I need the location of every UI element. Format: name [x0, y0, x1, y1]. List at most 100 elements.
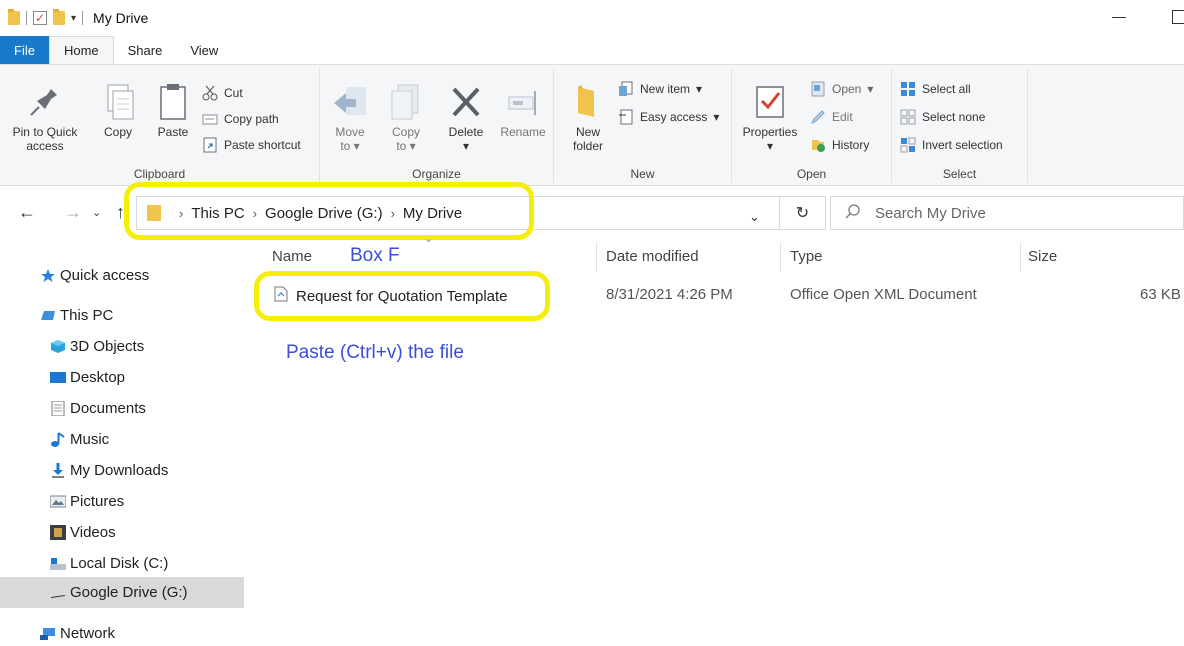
tab-share[interactable]: Share — [114, 36, 177, 64]
column-header-name[interactable]: Name — [272, 248, 312, 265]
nav-pictures[interactable]: Pictures — [0, 486, 244, 517]
nav-network-label: Network — [60, 625, 116, 642]
nav-quick-access-label: Quick access — [60, 267, 150, 284]
tab-home[interactable]: Home — [48, 36, 114, 64]
refresh-icon: ↻ — [795, 205, 810, 222]
cut-label: Cut — [224, 86, 243, 100]
new-folder-icon — [570, 83, 606, 121]
column-divider — [596, 242, 597, 272]
nav-pictures-label: Pictures — [70, 493, 125, 510]
nav-network[interactable]: Network — [0, 618, 244, 646]
sort-chevron-icon: ⌄ — [424, 233, 434, 245]
column-header-type[interactable]: Type — [790, 248, 823, 265]
breadcrumb-chevron-icon[interactable]: › — [391, 206, 395, 221]
new-folder-label: New — [575, 125, 600, 139]
tab-view[interactable]: View — [176, 36, 232, 64]
nav-videos-label: Videos — [70, 524, 116, 541]
paste-label: Paste — [157, 125, 189, 139]
cut-button[interactable]: Cut — [202, 85, 243, 101]
column-divider — [780, 242, 781, 272]
nav-google-drive-label: Google Drive (G:) — [70, 584, 188, 601]
open-button[interactable]: Open ▾ — [810, 81, 873, 97]
edit-button[interactable]: Edit — [810, 109, 853, 125]
paste-shortcut-button[interactable]: Paste shortcut — [202, 137, 301, 153]
delete-button[interactable]: Delete ▾ — [442, 83, 490, 153]
properties-button[interactable]: Properties ▾ — [736, 83, 804, 153]
delete-x-icon — [448, 83, 484, 121]
nav-quick-access[interactable]: Quick access — [0, 260, 244, 291]
annotation-box-label: Box F — [350, 245, 400, 266]
nav-3d-objects-label: 3D Objects — [70, 338, 145, 355]
easy-access-icon — [618, 109, 634, 125]
nav-google-drive[interactable]: Google Drive (G:) — [0, 577, 244, 608]
file-type: Office Open XML Document — [790, 286, 977, 303]
move-to-button[interactable]: Move to ▾ — [326, 83, 374, 153]
paste-button[interactable]: Paste — [150, 83, 196, 139]
recent-locations-chevron-icon[interactable]: ⌄ — [92, 206, 101, 219]
new-folder-button[interactable]: New folder — [560, 83, 616, 153]
select-all-button[interactable]: Select all — [900, 81, 971, 97]
new-folder-label-2: folder — [572, 139, 604, 153]
annotation-instruction: Paste (Ctrl+v) the file — [286, 342, 464, 363]
properties-check-icon[interactable]: ✓ — [33, 11, 47, 25]
tab-file[interactable]: File — [0, 36, 49, 64]
properties-arrow-icon[interactable]: ▾ — [736, 139, 804, 153]
film-icon — [50, 525, 67, 540]
nav-music[interactable]: Music — [0, 424, 244, 455]
breadcrumb-google-drive[interactable]: Google Drive (G:) — [265, 205, 383, 222]
search-box[interactable]: Search My Drive — [830, 196, 1184, 230]
refresh-button[interactable]: ↻ — [780, 196, 826, 230]
copy-to-icon — [388, 83, 424, 121]
breadcrumb-this-pc[interactable]: This PC — [191, 205, 244, 222]
delete-dropdown-arrow-icon[interactable]: ▾ — [442, 139, 490, 153]
new-group: New folder New item ▾ Easy access ▾ New — [554, 69, 732, 183]
clipboard-group: Pin to Quick access Copy Paste Cut Copy … — [0, 69, 320, 183]
nav-documents[interactable]: Documents — [0, 393, 244, 424]
nav-my-downloads[interactable]: My Downloads — [0, 455, 244, 486]
nav-this-pc-label: This PC — [60, 307, 114, 324]
customize-toolbar-arrow-icon[interactable]: ▾ — [71, 13, 76, 24]
easy-access-button[interactable]: Easy access ▾ — [618, 109, 719, 125]
minimize-button[interactable] — [1112, 17, 1126, 18]
copy-to-button[interactable]: Copy to ▾ — [382, 83, 430, 153]
select-none-button[interactable]: Select none — [900, 109, 985, 125]
new-item-button[interactable]: New item ▾ — [618, 81, 702, 97]
address-dropdown-icon[interactable]: ⌄ — [749, 209, 760, 225]
back-arrow-icon[interactable]: ← — [18, 202, 36, 223]
breadcrumb-my-drive[interactable]: My Drive — [403, 205, 462, 222]
address-bar[interactable]: › This PC › Google Drive (G:) › My Drive… — [136, 196, 780, 230]
nav-this-pc[interactable]: This PC — [0, 300, 244, 331]
column-divider — [1020, 242, 1021, 272]
nav-desktop[interactable]: Desktop — [0, 362, 244, 393]
nav-3d-objects[interactable]: 3D Objects — [0, 331, 244, 362]
column-header-date-modified[interactable]: Date modified — [606, 248, 699, 265]
invert-selection-label: Invert selection — [922, 138, 1003, 152]
copy-path-button[interactable]: Copy path — [202, 111, 279, 127]
up-arrow-icon[interactable]: ↑ — [116, 202, 125, 223]
history-button[interactable]: History — [810, 137, 869, 153]
scissors-icon — [202, 85, 218, 101]
forward-arrow-icon[interactable]: → — [64, 202, 82, 223]
open-arrow-icon: ▾ — [867, 82, 874, 96]
breadcrumb-chevron-icon[interactable]: › — [253, 206, 257, 221]
breadcrumb-chevron-icon[interactable]: › — [179, 206, 183, 221]
new-folder-icon[interactable] — [53, 9, 65, 25]
copy-to-label-2-text: to — [396, 139, 407, 153]
move-to-label-2-text: to — [340, 139, 351, 153]
nav-local-disk[interactable]: Local Disk (C:) — [0, 548, 244, 579]
invert-selection-button[interactable]: Invert selection — [900, 137, 1003, 153]
copy-button[interactable]: Copy — [98, 83, 138, 139]
pin-to-quick-access-button[interactable]: Pin to Quick access — [2, 83, 88, 153]
nav-music-label: Music — [70, 431, 110, 448]
file-name-cell[interactable]: Request for Quotation Template — [274, 286, 508, 306]
rename-button[interactable]: Rename — [496, 83, 550, 139]
divider — [82, 11, 84, 25]
nav-videos[interactable]: Videos — [0, 517, 244, 548]
ribbon-tabs: File Home Share View — [0, 36, 1184, 64]
column-header-size[interactable]: Size — [1028, 248, 1057, 265]
open-label: Open — [832, 82, 862, 96]
maximize-button[interactable] — [1172, 10, 1184, 24]
move-to-label-2: to ▾ — [340, 139, 360, 153]
organize-group: Move to ▾ Copy to ▾ Delete ▾ Rename Orga… — [320, 69, 554, 183]
select-none-label: Select none — [922, 110, 986, 124]
